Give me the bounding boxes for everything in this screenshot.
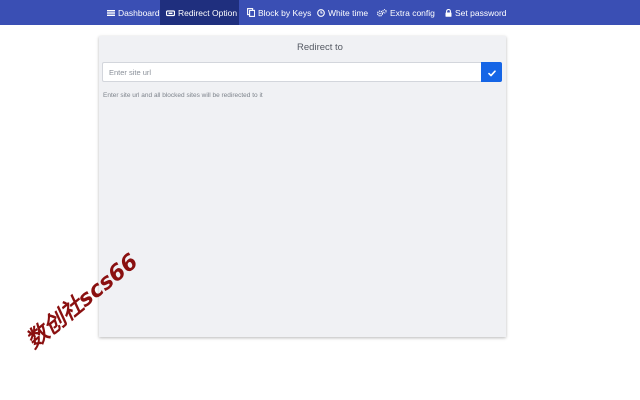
nav-item-label: Redirect Option: [178, 7, 238, 18]
nav-item-dashboard[interactable]: Dashboard: [104, 0, 163, 25]
nav-item-label: Set password: [455, 7, 507, 18]
copy-icon: [247, 8, 255, 17]
nav-item-label: White time: [328, 7, 369, 18]
nav-item-label: Block by Keys: [258, 7, 312, 18]
site-url-input[interactable]: [102, 62, 481, 82]
nav-item-label: Extra config: [390, 7, 435, 18]
clock-icon: [317, 8, 325, 17]
lock-icon: [445, 8, 452, 17]
top-navbar: Dashboard Redirect Option Block by Keys …: [0, 0, 640, 25]
panel-title: Redirect to: [297, 42, 343, 53]
check-icon: [487, 65, 496, 80]
nav-item-block-by-keys[interactable]: Block by Keys: [245, 0, 313, 25]
nav-item-redirect-option[interactable]: Redirect Option: [160, 0, 239, 25]
nav-item-label: Dashboard: [118, 7, 160, 18]
help-text: Enter site url and all blocked sites wil…: [103, 92, 263, 99]
nav-item-set-password[interactable]: Set password: [443, 0, 509, 25]
redirect-icon: [166, 9, 175, 17]
nav-item-white-time[interactable]: White time: [316, 0, 369, 25]
gears-icon: [377, 8, 387, 17]
submit-button[interactable]: [481, 62, 502, 82]
nav-item-extra-config[interactable]: Extra config: [376, 0, 436, 25]
bars-icon: [107, 9, 115, 17]
